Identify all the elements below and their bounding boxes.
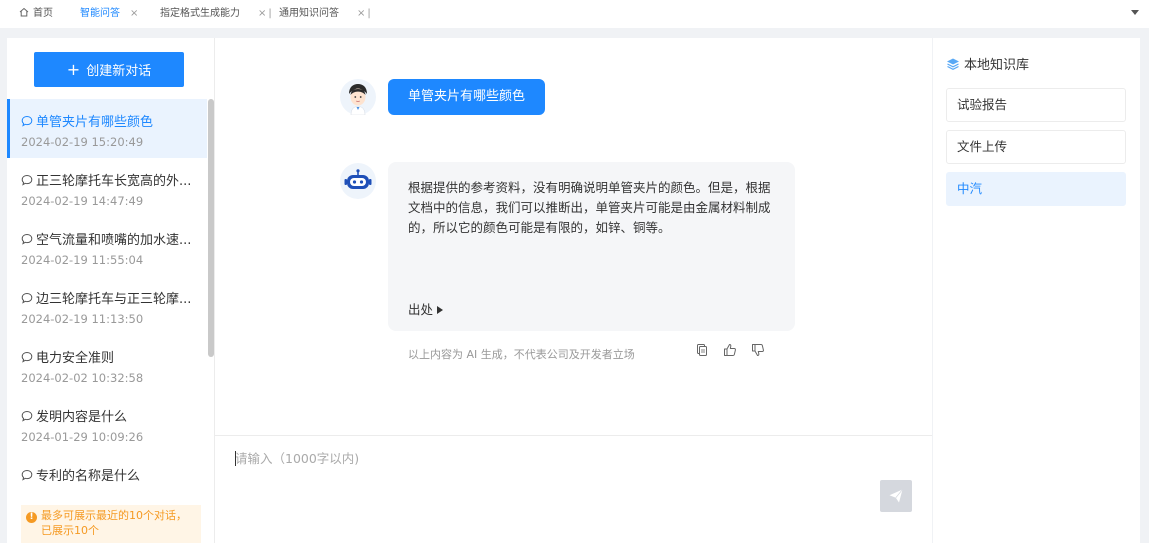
knowledge-base-title-text: 本地知识库 — [964, 58, 1030, 73]
tab-separator: | — [268, 8, 272, 19]
tab-bar: 首页 智能问答 × 指定格式生成能力 × | 通用知识问答 × | — [0, 0, 1149, 28]
plus-icon: + — [66, 59, 81, 79]
thumbs-up-icon[interactable] — [723, 343, 737, 357]
chat-bubble-icon — [21, 233, 33, 245]
source-label: 出处 — [408, 302, 434, 317]
conversation-title: 单管夹片有哪些颜色 — [36, 115, 154, 130]
list-item[interactable]: 单管夹片有哪些颜色 2024-02-19 15:20:49 — [7, 99, 207, 158]
kb-item-test-report[interactable]: 试验报告 — [946, 88, 1126, 122]
text-caret — [235, 451, 236, 466]
conversation-title: 电力安全准则 — [36, 351, 115, 366]
conversation-title: 边三轮摩托车与正三轮摩... — [36, 292, 192, 307]
tab-smart-qa-label: 智能问答 — [80, 8, 120, 19]
conversation-limit-notice: ! 最多可展示最近的10个对话，已展示10个 — [21, 505, 201, 543]
robot-avatar-icon — [340, 163, 376, 199]
source-toggle[interactable]: 出处 — [408, 299, 444, 318]
chat-bubble-icon — [21, 351, 33, 363]
list-item[interactable]: 电力安全准则 2024-02-02 10:32:58 — [7, 335, 207, 394]
conversation-time: 2024-02-02 10:32:58 — [21, 371, 144, 385]
conversation-time: 2024-02-19 15:20:49 — [21, 135, 144, 149]
tab-format-gen[interactable]: 指定格式生成能力 × | — [160, 0, 272, 28]
tab-format-gen-label: 指定格式生成能力 — [160, 8, 240, 19]
list-item[interactable]: 发明内容是什么 2024-01-29 10:09:26 — [7, 394, 207, 453]
close-icon[interactable]: × — [357, 8, 365, 19]
user-message-bubble: 单管夹片有哪些颜色 — [388, 79, 546, 115]
thumbs-down-icon[interactable] — [751, 343, 765, 357]
tab-smart-qa[interactable]: 智能问答 × — [80, 0, 138, 28]
list-item[interactable]: 正三轮摩托车长宽高的外... 2024-02-19 14:47:49 — [7, 158, 207, 217]
kb-item-file-upload[interactable]: 文件上传 — [946, 130, 1126, 164]
message-actions — [695, 343, 765, 357]
message-input[interactable] — [235, 448, 875, 488]
warning-icon: ! — [26, 512, 37, 523]
conversation-time: 2024-02-19 11:13:50 — [21, 312, 144, 326]
notice-text: 最多可展示最近的10个对话，已展示10个 — [41, 509, 187, 537]
list-item[interactable]: 边三轮摩托车与正三轮摩... 2024-02-19 11:13:50 — [7, 276, 207, 335]
knowledge-base-panel: 本地知识库 试验报告 文件上传 中汽 — [933, 38, 1140, 543]
conversation-title: 空气流量和喷嘴的加水速... — [36, 233, 192, 248]
new-chat-label: 创建新对话 — [86, 64, 152, 79]
caret-right-icon — [437, 306, 444, 314]
copy-icon[interactable] — [695, 343, 709, 357]
chat-bubble-icon — [21, 469, 33, 481]
tab-general-qa-label: 通用知识问答 — [279, 8, 339, 19]
layers-icon — [947, 58, 959, 70]
chat-bubble-icon — [21, 115, 33, 127]
bot-message-text: 根据提供的参考资料，没有明确说明单管夹片的颜色。但是，根据文档中的信息，我们可以… — [408, 180, 771, 235]
user-avatar-icon — [340, 79, 376, 115]
tab-home[interactable]: 首页 — [19, 0, 53, 28]
conversation-title: 专利的名称是什么 — [36, 469, 141, 484]
ai-disclaimer: 以上内容为 AI 生成，不代表公司及开发者立场 — [408, 348, 635, 361]
conversation-time: 2024-01-29 10:09:26 — [21, 430, 144, 444]
send-icon — [889, 489, 903, 503]
close-icon[interactable]: × — [258, 8, 266, 19]
close-icon[interactable]: × — [130, 8, 138, 19]
list-item[interactable]: 专利的名称是什么 — [7, 453, 207, 512]
conversation-title: 发明内容是什么 — [36, 410, 128, 425]
tab-home-label: 首页 — [33, 8, 53, 19]
conversation-list: 单管夹片有哪些颜色 2024-02-19 15:20:49 正三轮摩托车长宽高的… — [7, 99, 207, 512]
knowledge-base-title: 本地知识库 — [946, 54, 1029, 73]
chevron-down-icon[interactable] — [1131, 10, 1139, 15]
bot-message-bubble: 根据提供的参考资料，没有明确说明单管夹片的颜色。但是，根据文档中的信息，我们可以… — [388, 162, 795, 331]
chat-bubble-icon — [21, 174, 33, 186]
tab-general-qa[interactable]: 通用知识问答 × | — [279, 0, 371, 28]
chat-bubble-icon — [21, 410, 33, 422]
list-item[interactable]: 空气流量和喷嘴的加水速... 2024-02-19 11:55:04 — [7, 217, 207, 276]
conversation-sidebar: + 创建新对话 单管夹片有哪些颜色 2024-02-19 15:20:49 正三… — [7, 38, 214, 543]
message-composer — [215, 435, 932, 543]
conversation-title: 正三轮摩托车长宽高的外... — [36, 174, 192, 189]
send-button[interactable] — [880, 480, 912, 512]
chat-bubble-icon — [21, 292, 33, 304]
chat-main: 单管夹片有哪些颜色 根据提供的参考资料，没有明确说明单管夹片的颜色。但是，根据文… — [214, 38, 932, 543]
conversation-time: 2024-02-19 11:55:04 — [21, 253, 144, 267]
home-icon — [19, 7, 29, 17]
new-chat-button[interactable]: + 创建新对话 — [34, 52, 184, 87]
kb-item-zhongqi[interactable]: 中汽 — [946, 172, 1126, 206]
conversation-time: 2024-02-19 14:47:49 — [21, 194, 144, 208]
tab-separator: | — [367, 8, 371, 19]
